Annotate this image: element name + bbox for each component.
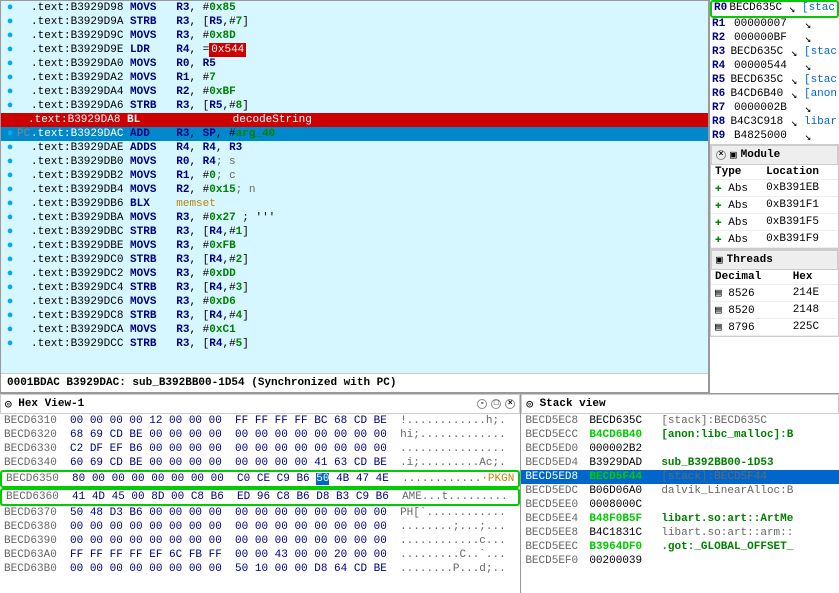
hex-line[interactable]: BECD6390 00 00 00 00 00 00 00 00 00 00 0…: [0, 534, 520, 548]
module-row[interactable]: ✚ Abs0xB391EB: [711, 180, 838, 197]
close-icon[interactable]: ×: [505, 399, 515, 409]
stack-line[interactable]: BECD5ED8BECD5F44[stack]:BECD5F44: [521, 470, 839, 484]
thread-row[interactable]: ▤ 8526214E: [711, 285, 838, 302]
hex-line[interactable]: BECD63A0 FF FF FF FF EF 6C FB FF 00 00 4…: [0, 548, 520, 562]
hex-line[interactable]: BECD6340 60 69 CD BE 00 00 00 00 00 00 0…: [0, 456, 520, 470]
disasm-line[interactable]: ●.text:B3929DAE ADDS R4, R4, R3: [1, 141, 708, 155]
hex-line[interactable]: BECD6330 C2 DF EF B6 00 00 00 00 00 00 0…: [0, 442, 520, 456]
stack-line[interactable]: BECD5EE4B48F0B5Flibart.so:art::ArtMe: [521, 512, 839, 526]
disasm-line[interactable]: ●.text:B3929DA6 STRB R3, [R5,#8]: [1, 99, 708, 113]
disasm-line[interactable]: ●.text:B3929DA0 MOVS R0, R5: [1, 57, 708, 71]
stack-title: Stack view: [540, 398, 606, 410]
disasm-line[interactable]: ●.text:B3929DA2 MOVS R1, #7: [1, 71, 708, 85]
disasm-line[interactable]: ●.text:B3929DCA MOVS R3, #0xC1: [1, 323, 708, 337]
register-row[interactable]: R7 0000002B ↘: [710, 102, 839, 116]
restore-icon[interactable]: □: [491, 399, 501, 409]
register-row[interactable]: R4 00000544 ↘: [710, 60, 839, 74]
disasm-line[interactable]: ●.text:B3929DC0 STRB R3, [R4,#2]: [1, 253, 708, 267]
threads-title: Threads: [727, 254, 773, 266]
close-icon[interactable]: ×: [716, 150, 726, 160]
module-row[interactable]: ✚ Abs0xB391F9: [711, 231, 838, 248]
modules-table[interactable]: TypeLocation ✚ Abs0xB391EB✚ Abs0xB391F1✚…: [711, 165, 838, 248]
hex-line[interactable]: BECD63B0 00 00 00 00 00 00 00 00 50 10 0…: [0, 562, 520, 576]
stack-line[interactable]: BECD5EECB3964DF0.got:_GLOBAL_OFFSET_: [521, 540, 839, 554]
hexview-icon: ◎: [5, 397, 12, 411]
register-row[interactable]: R2 000000BF ↘: [710, 32, 839, 46]
hex-line[interactable]: BECD6320 68 69 CD BE 00 00 00 00 00 00 0…: [0, 428, 520, 442]
stack-line[interactable]: BECD5EF000200039: [521, 554, 839, 568]
module-row[interactable]: ✚ Abs0xB391F5: [711, 214, 838, 231]
stack-line[interactable]: BECD5ED0000002B2: [521, 442, 839, 456]
disasm-line[interactable]: ●.text:B3929DB4 MOVS R2, #0x15 ; n: [1, 183, 708, 197]
disasm-line[interactable]: ●.text:B3929D9C MOVS R3, #0x8D: [1, 29, 708, 43]
hex-line[interactable]: BECD6360 41 4D 45 00 8D 00 C8 B6 ED 96 C…: [0, 488, 520, 506]
disasm-line[interactable]: .text:B3929DA8 BL decodeString: [1, 113, 708, 127]
disasm-line[interactable]: ●.text:B3929DC4 STRB R3, [R4,#3]: [1, 281, 708, 295]
register-row[interactable]: R9 B4825000 ↘: [710, 130, 839, 144]
register-row[interactable]: R1 00000007 ↘: [710, 18, 839, 32]
disasm-line[interactable]: ●.text:B3929DB2 MOVS R1, #0 ; c: [1, 169, 708, 183]
minimize-icon[interactable]: -: [477, 399, 487, 409]
disasm-line[interactable]: ●.text:B3929DB6 BLX memset: [1, 197, 708, 211]
register-row[interactable]: R3 BECD635C ↘ [stac: [710, 46, 839, 60]
disasm-line[interactable]: ●.text:B3929DCC STRB R3, [R4,#5]: [1, 337, 708, 351]
disasm-line[interactable]: ●.text:B3929D9E LDR R4, =0x544: [1, 43, 708, 57]
disasm-line[interactable]: ●.text:B3929DBA MOVS R3, #0x27 ; ''': [1, 211, 708, 225]
register-row[interactable]: R6 B4CD6B40 ↘ [anon: [710, 88, 839, 102]
modules-icon: ▣: [730, 148, 737, 162]
thread-row[interactable]: ▤ 8796225C: [711, 319, 838, 336]
module-row[interactable]: ✚ Abs0xB391F1: [711, 197, 838, 214]
disasm-line[interactable]: ●.text:B3929DB0 MOVS R0, R4 ; s: [1, 155, 708, 169]
stack-icon: ◎: [526, 397, 533, 411]
disasm-line[interactable]: ●.text:B3929D98 MOVS R3, #0x85: [1, 1, 708, 15]
register-row[interactable]: R0 BECD635C ↘ [stac: [710, 0, 839, 18]
disasm-line[interactable]: ●.text:B3929DC8 STRB R3, [R4,#4]: [1, 309, 708, 323]
hex-line[interactable]: BECD6370 50 48 D3 B6 00 00 00 00 00 00 0…: [0, 506, 520, 520]
stack-line[interactable]: BECD5EDCB06D06A0dalvik_LinearAlloc:B: [521, 484, 839, 498]
hexview-title: Hex View-1: [18, 398, 84, 410]
stack-line[interactable]: BECD5EE8B4C1831Clibart.so:art::arm::: [521, 526, 839, 540]
disasm-line[interactable]: ●.text:B3929DA4 MOVS R2, #0xBF: [1, 85, 708, 99]
stack-line[interactable]: BECD5ECCB4CD6B40[anon:libc_malloc]:B: [521, 428, 839, 442]
threads-icon: ▣: [716, 253, 723, 267]
register-row[interactable]: R8 B4C3C918 ↘ libar: [710, 116, 839, 130]
stack-line[interactable]: BECD5ED4B3929DADsub_B392BB00-1D53: [521, 456, 839, 470]
disasm-line[interactable]: ●PC.text:B3929DAC ADD R3, SP, #arg_40: [1, 127, 708, 141]
disasm-line[interactable]: ●.text:B3929DC2 MOVS R3, #0xDD: [1, 267, 708, 281]
disasm-line[interactable]: ●.text:B3929DBC STRB R3, [R4,#1]: [1, 225, 708, 239]
disasm-line[interactable]: ●.text:B3929D9A STRB R3, [R5,#7]: [1, 15, 708, 29]
hex-line[interactable]: BECD6380 00 00 00 00 00 00 00 00 00 00 0…: [0, 520, 520, 534]
disasm-line[interactable]: ●.text:B3929DC6 MOVS R3, #0xD6: [1, 295, 708, 309]
disasm-status: 0001BDAC B3929DAC: sub_B392BB00-1D54 (Sy…: [1, 373, 708, 392]
registers-panel: R0 BECD635C ↘ [stacR1 00000007 ↘ R2 0000…: [710, 0, 839, 144]
thread-row[interactable]: ▤ 85202148: [711, 302, 838, 319]
threads-table[interactable]: DecimalHex ▤ 8526214E▤ 85202148▤ 8796225…: [711, 270, 838, 336]
stack-line[interactable]: BECD5EC8BECD635C[stack]:BECD635C: [521, 414, 839, 428]
register-row[interactable]: R5 BECD635C ↘ [stac: [710, 74, 839, 88]
hex-line[interactable]: BECD6310 00 00 00 00 12 00 00 00 FF FF F…: [0, 414, 520, 428]
modules-title: Module: [741, 149, 781, 161]
stack-line[interactable]: BECD5EE00008000C: [521, 498, 839, 512]
hex-line[interactable]: BECD6350 80 00 00 00 00 00 00 00 C0 CE C…: [0, 470, 520, 488]
disasm-line[interactable]: ●.text:B3929DBE MOVS R3, #0xFB: [1, 239, 708, 253]
